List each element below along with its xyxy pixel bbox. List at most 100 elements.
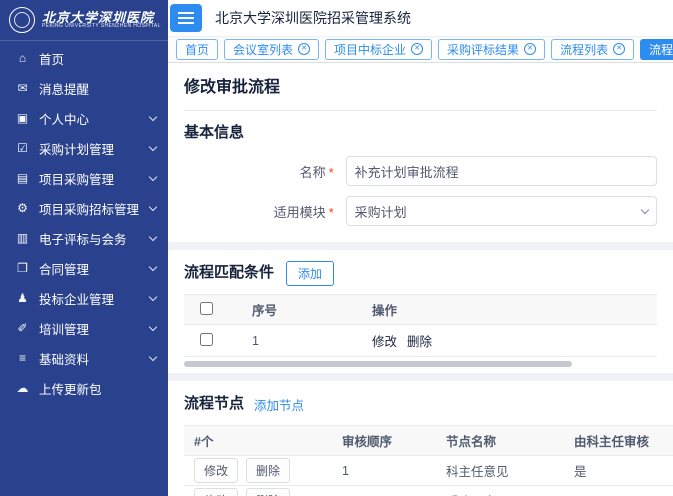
section-title-match-conditions: 流程匹配条件 [184,263,274,283]
sidebar-logo-block: 北京大学深圳医院 PEKING UNIVERSITY SHENZHEN HOSP… [0,0,168,41]
chevron-down-icon [149,172,157,180]
hospital-name-en: PEKING UNIVERSITY SHENZHEN HOSPITAL [42,24,161,29]
tab-label: 会议室列表 [233,41,293,58]
column-header-node-name: 节点名称 [436,426,564,456]
close-icon[interactable]: ✕ [524,43,536,55]
tab-label: 流程列表 [560,41,608,58]
delete-button[interactable]: 删除 [246,488,290,496]
sidebar-menu: ⌂ 首页 ✉ 消息提醒 ▣ 个人中心 ☑ 采购计划管理 ▤ 项目采购管理 [0,41,168,403]
delete-button[interactable]: 删除 [246,458,290,483]
sidebar-item-label: 采购计划管理 [39,139,146,158]
edit-link[interactable]: 修改 [372,335,397,349]
tab-label: 流程 [649,41,673,58]
sidebar-item-upload-package[interactable]: ☁ 上传更新包 [0,373,168,403]
sidebar-item-label: 项目采购招标管理 [39,199,146,218]
sidebar-item-label: 投标企业管理 [39,289,146,308]
process-nodes-table: #个 审核顺序 节点名称 由科主任审核 修改删除 1 科主任意见 [184,425,673,496]
tab-winning-bidders[interactable]: 项目中标企业 ✕ [325,39,432,60]
close-icon[interactable]: ✕ [613,43,625,55]
app-root: 北京大学深圳医院 PEKING UNIVERSITY SHENZHEN HOSP… [0,0,673,496]
add-condition-button[interactable]: 添加 [286,261,334,286]
book-icon: ▤ [15,171,30,185]
sidebar-item-basic-data[interactable]: ≡ 基础资料 [0,343,168,373]
table-row: 修改删除 1 科主任意见 是 [184,456,673,486]
sidebar-item-project-purchase[interactable]: ▤ 项目采购管理 [0,163,168,193]
horizontal-scrollbar [184,360,657,368]
gear-icon: ⚙ [15,201,30,215]
sidebar-item-label: 首页 [39,49,156,68]
module-select[interactable]: 采购计划 [346,196,657,226]
topbar: 北京大学深圳医院招采管理系统 [168,0,673,36]
user-icon: ♟ [15,291,30,305]
cell-seq: 1 [242,325,362,357]
sidebar-item-purchase-plan[interactable]: ☑ 采购计划管理 [0,133,168,163]
page-content: 修改审批流程 基本信息 名称* 适用模块* 采购计划 [168,63,673,496]
cell-order: 1 [332,456,436,486]
module-select-value: 采购计划 [355,202,407,221]
section-gap [168,242,673,250]
chevron-down-icon [641,205,649,213]
home-icon: ⌂ [15,51,30,65]
sidebar: 北京大学深圳医院 PEKING UNIVERSITY SHENZHEN HOSP… [0,0,168,496]
close-icon[interactable]: ✕ [411,43,423,55]
chevron-down-icon [149,232,157,240]
sidebar-item-label: 项目采购管理 [39,169,146,188]
edit-button[interactable]: 修改 [194,458,238,483]
section-title-process-nodes: 流程节点 [184,394,244,414]
tab-meeting-room-list[interactable]: 会议室列表 ✕ [224,39,319,60]
cell-director-review: 是 [564,456,673,486]
match-conditions-section: 流程匹配条件 添加 序号 操作 字段 [168,250,673,373]
document-icon: ▥ [15,231,30,245]
edit-button[interactable]: 修改 [194,488,238,496]
form-row-name: 名称* [184,156,657,186]
chevron-down-icon [149,322,157,330]
tab-process-list[interactable]: 流程列表 ✕ [551,39,634,60]
cloud-upload-icon: ☁ [15,381,30,395]
tab-home[interactable]: 首页 [176,39,218,60]
row-checkbox[interactable] [200,333,213,346]
column-header-ops: 操作 [362,295,649,325]
delete-link[interactable]: 删除 [407,335,432,349]
cell-node-name: 科主任意见 [436,456,564,486]
tab-label: 首页 [185,41,209,58]
tab-label: 采购评标结果 [447,41,519,58]
select-all-checkbox[interactable] [200,302,213,315]
close-icon[interactable]: ✕ [298,43,310,55]
add-node-link[interactable]: 添加节点 [254,395,304,414]
sidebar-item-bidding-mgmt[interactable]: ⚙ 项目采购招标管理 [0,193,168,223]
tab-label: 项目中标企业 [334,41,406,58]
chevron-down-icon [149,262,157,270]
sidebar-item-contract[interactable]: ❐ 合同管理 [0,253,168,283]
sidebar-item-messages[interactable]: ✉ 消息提醒 [0,73,168,103]
required-asterisk: * [329,165,334,180]
sidebar-item-evaluation[interactable]: ▥ 电子评标与会务 [0,223,168,253]
tab-process[interactable]: 流程 ✕ [640,39,673,60]
sidebar-item-bidder-companies[interactable]: ♟ 投标企业管理 [0,283,168,313]
scrollbar-thumb[interactable] [184,361,572,367]
match-conditions-table: 序号 操作 字段 1 修改删除 [184,294,657,357]
page-header: 修改审批流程 [168,63,673,111]
column-header-order: 审核顺序 [332,426,436,456]
name-input[interactable] [346,156,657,186]
tab-evaluation-results[interactable]: 采购评标结果 ✕ [438,39,545,60]
chevron-down-icon [149,202,157,210]
column-header-seq: 序号 [242,295,362,325]
table-row: 修改删除 2 采购员意见 否 [184,486,673,496]
sidebar-item-label: 个人中心 [39,109,146,128]
sidebar-item-label: 培训管理 [39,319,146,338]
hospital-logo [9,7,35,33]
sidebar-item-label: 基础资料 [39,349,146,368]
sidebar-item-home[interactable]: ⌂ 首页 [0,43,168,73]
id-card-icon: ▣ [15,111,30,125]
pen-icon: ✐ [15,321,30,335]
sidebar-item-training[interactable]: ✐ 培训管理 [0,313,168,343]
process-nodes-section: 流程节点 添加节点 #个 审核顺序 节点名称 由科主任审核 [168,381,673,496]
chevron-down-icon [149,142,157,150]
tab-bar: 首页 会议室列表 ✕ 项目中标企业 ✕ 采购评标结果 ✕ 流程列表 ✕ 流程 ✕ [168,36,673,63]
sidebar-item-label: 合同管理 [39,259,146,278]
menu-toggle-button[interactable] [170,4,202,32]
main-area: 北京大学深圳医院招采管理系统 首页 会议室列表 ✕ 项目中标企业 ✕ 采购评标结… [168,0,673,496]
sidebar-item-profile[interactable]: ▣ 个人中心 [0,103,168,133]
cell-node-name: 采购员意见 [436,486,564,496]
required-asterisk: * [329,205,334,220]
